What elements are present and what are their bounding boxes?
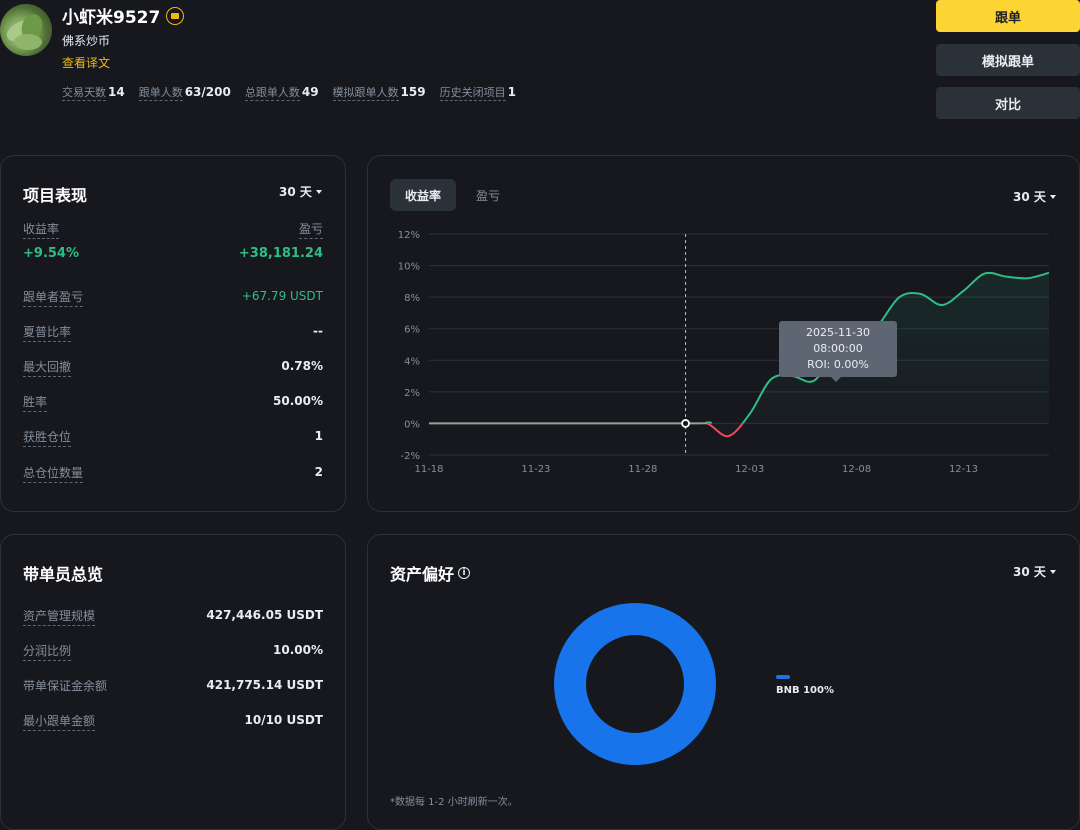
- winning-positions-label: 获胜仓位: [23, 428, 72, 447]
- legend-label-bnb: BNB 100%: [776, 685, 834, 696]
- badge-icon: [166, 6, 185, 25]
- total-positions-value: 2: [314, 465, 323, 479]
- period-label: 30 天: [279, 185, 312, 199]
- roi-line-chart[interactable]: 11-18 11-23 11-28 12-03 12-08 12-13 12% 10% 8% 6…: [368, 156, 1079, 511]
- aum-label: 资产管理规模: [23, 607, 96, 626]
- donut-slice-bnb: [554, 603, 716, 765]
- compare-button[interactable]: 对比: [936, 87, 1080, 119]
- asset-period-dropdown[interactable]: 30 天: [1013, 563, 1056, 580]
- x-tick-label: 11-28: [628, 464, 657, 475]
- sharpe-value: --: [313, 324, 323, 338]
- leader-overview-title: 带单员总览: [23, 565, 104, 584]
- min-copy-amount-label: 最小跟单金额: [23, 712, 96, 731]
- winning-positions-value: 1: [314, 429, 323, 443]
- asset-preference-title: 资产偏好: [390, 565, 455, 584]
- stat-closed-projects: 历史关闭项目 1: [439, 85, 516, 101]
- hover-point: [681, 419, 690, 428]
- profile-stats: 交易天数 14 跟单人数 63/200 总跟单人数 49 模拟跟单人数 159 历史关闭…: [62, 84, 516, 101]
- profile-name-text: 小虾米9527: [62, 8, 161, 28]
- leader-overview-card: 带单员总览 资产管理规模 427,446.05 USDT 分润比例 10.00%…: [0, 534, 346, 830]
- asset-preference-card: 资产偏好 i 30 天 BNB 100% *数据每 1-2 小时刷新一次。: [367, 534, 1080, 830]
- tooltip-roi: ROI: 0.00%: [807, 358, 869, 371]
- tooltip-date: 2025-11-30 08:00:00: [806, 326, 870, 355]
- x-tick-label: 12-08: [842, 464, 871, 475]
- profile-bio: 佛系炒币: [62, 34, 111, 48]
- stat-total-copiers: 总跟单人数 49: [244, 85, 319, 101]
- legend-swatch-bnb: [776, 675, 790, 679]
- x-tick-label: 11-18: [414, 464, 443, 475]
- mock-copy-button[interactable]: 模拟跟单: [936, 44, 1080, 76]
- copier-pnl-value: +67.79 USDT: [241, 289, 323, 303]
- y-tick-label: 10%: [398, 262, 420, 273]
- translate-link[interactable]: 查看译文: [62, 54, 110, 71]
- asset-donut-chart: [554, 603, 716, 765]
- pnl-value: +38,181.24: [238, 246, 323, 261]
- x-tick-label: 11-23: [521, 464, 550, 475]
- chevron-down-icon: [1049, 569, 1056, 574]
- sharpe-label: 夏普比率: [23, 323, 72, 342]
- asset-preference-header: 资产偏好 i: [390, 561, 471, 585]
- copy-button[interactable]: 跟单: [936, 0, 1080, 32]
- pnl-label: 盈亏: [298, 220, 323, 239]
- y-tick-label: 0%: [404, 419, 420, 430]
- info-icon[interactable]: i: [458, 567, 471, 579]
- refresh-footnote: *数据每 1-2 小时刷新一次。: [390, 797, 518, 808]
- copier-pnl-label: 跟单者盈亏: [23, 288, 84, 307]
- y-tick-label: 12%: [398, 230, 420, 241]
- margin-balance-label: 带单保证金余额: [23, 679, 108, 693]
- chart-tooltip: 2025-11-30 08:00:00 ROI: 0.00%: [779, 321, 897, 382]
- total-positions-label: 总仓位数量: [23, 464, 84, 483]
- profit-share-value: 10.00%: [273, 643, 323, 657]
- y-tick-label: 2%: [404, 388, 420, 399]
- performance-title: 项目表现: [23, 186, 88, 205]
- avatar[interactable]: [0, 4, 52, 56]
- chart-card: 收益率 盈亏 30 天 11-18 11-23 11-28 12-03 12-08 12-…: [367, 155, 1080, 512]
- stat-copiers: 跟单人数 63/200: [138, 85, 231, 101]
- max-drawdown-label: 最大回撤: [23, 358, 72, 377]
- profit-share-label: 分润比例: [23, 642, 72, 661]
- performance-period-dropdown[interactable]: 30 天: [279, 183, 322, 200]
- stat-mock-copiers: 模拟跟单人数 159: [332, 85, 426, 101]
- max-drawdown-value: 0.78%: [281, 359, 323, 373]
- margin-balance-value: 421,775.14 USDT: [206, 678, 323, 692]
- performance-card: 项目表现 30 天 收益率 盈亏 +9.54% +38,181.24 跟单者盈亏…: [0, 155, 346, 512]
- roi-value: +9.54%: [23, 246, 79, 261]
- x-tick-label: 12-03: [735, 464, 764, 475]
- aum-value: 427,446.05 USDT: [206, 608, 323, 622]
- chevron-down-icon: [315, 189, 322, 194]
- y-tick-label: 4%: [404, 356, 420, 367]
- y-tick-label: 6%: [404, 325, 420, 336]
- roi-label: 收益率: [23, 220, 60, 239]
- stat-trading-days: 交易天数 14: [62, 85, 125, 101]
- asset-period-label: 30 天: [1013, 565, 1046, 579]
- profile-name: 小虾米9527: [62, 3, 185, 28]
- win-rate-value: 50.00%: [273, 394, 323, 408]
- win-rate-label: 胜率: [23, 393, 48, 412]
- y-tick-label: -2%: [401, 451, 420, 462]
- x-tick-label: 12-13: [949, 464, 978, 475]
- min-copy-amount-value: 10/10 USDT: [244, 713, 324, 727]
- y-tick-label: 8%: [404, 293, 420, 304]
